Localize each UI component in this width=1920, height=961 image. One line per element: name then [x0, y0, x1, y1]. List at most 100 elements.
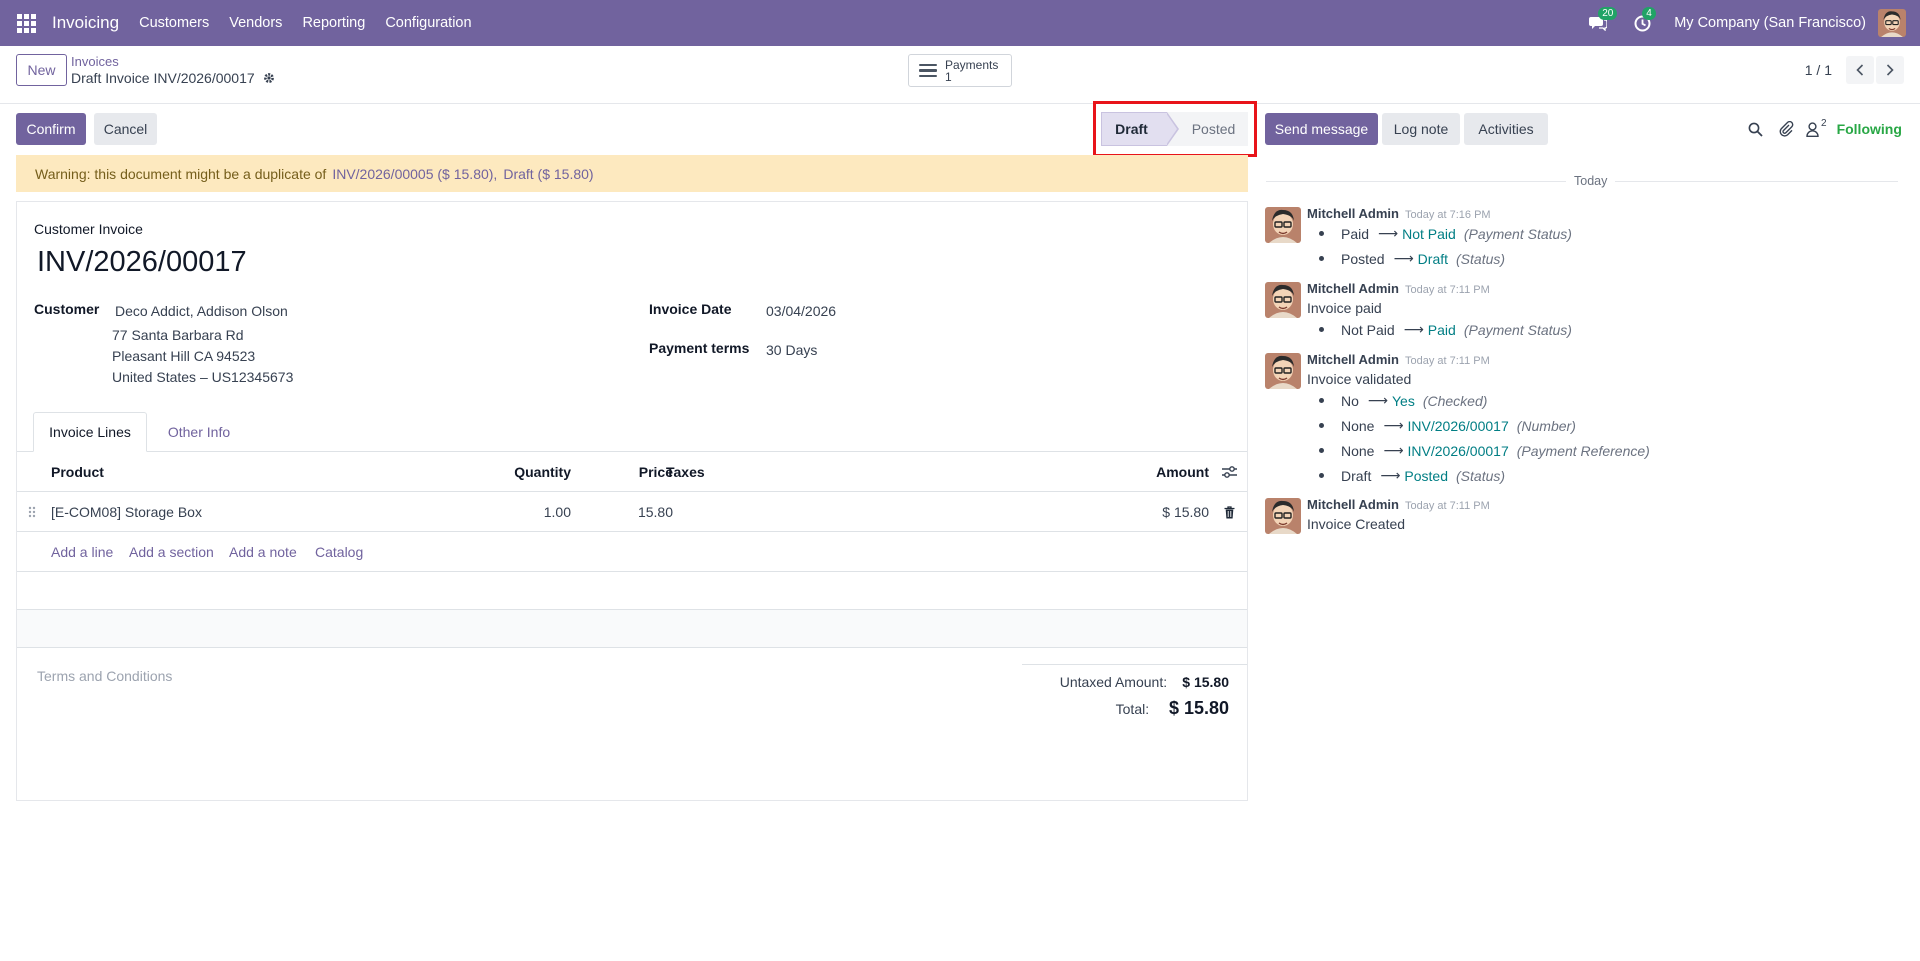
company-switcher[interactable]: My Company (San Francisco): [1674, 15, 1866, 31]
menu-reporting[interactable]: Reporting: [302, 15, 365, 31]
control-panel: New Invoices Draft Invoice INV/2026/0001…: [0, 46, 1920, 104]
total-value: $ 15.80: [1168, 698, 1229, 718]
followers-count: 2: [1821, 117, 1827, 129]
duplicate-link-2[interactable]: Draft ($ 15.80): [503, 166, 593, 182]
activities-button[interactable]: Activities: [1464, 113, 1548, 145]
add-links-row: Add a line Add a section Add a note Cata…: [17, 532, 1247, 572]
warning-text: Warning: this document might be a duplic…: [35, 165, 327, 182]
apps-menu-button[interactable]: [0, 0, 52, 46]
gear-icon[interactable]: [263, 72, 275, 84]
customer-address-line1: 77 Santa Barbara Rd: [112, 327, 244, 343]
menu-vendors[interactable]: Vendors: [229, 15, 282, 31]
log-note-button[interactable]: Log note: [1382, 113, 1460, 145]
add-note-link[interactable]: Add a note: [229, 532, 297, 572]
col-amount[interactable]: Amount: [1156, 452, 1209, 492]
payments-label: Payments: [945, 57, 999, 72]
tracking-value: None ⟶ INV/2026/00017 (Payment Reference): [1319, 442, 1650, 459]
optional-columns-toggle[interactable]: [1222, 452, 1237, 492]
confirm-button[interactable]: Confirm: [16, 113, 86, 145]
line-product[interactable]: [E-COM08] Storage Box: [51, 492, 202, 532]
add-line-link[interactable]: Add a line: [51, 532, 113, 572]
message-author[interactable]: Mitchell Admin: [1307, 281, 1399, 296]
tracking-value: Posted ⟶ Draft (Status): [1319, 250, 1505, 267]
payment-terms-field[interactable]: 30 Days: [766, 342, 817, 358]
table-row[interactable]: [E-COM08] Storage Box 1.00 15.80 $ 15.80: [17, 492, 1247, 532]
payments-smart-button[interactable]: Payments 1: [908, 54, 1012, 87]
customer-field[interactable]: Deco Addict, Addison Olson: [115, 303, 288, 319]
customer-address-line2: Pleasant Hill CA 94523: [112, 348, 256, 364]
tab-invoice-lines[interactable]: Invoice Lines: [33, 412, 147, 452]
payments-count: 1: [945, 69, 952, 84]
send-message-button[interactable]: Send message: [1265, 113, 1378, 145]
user-avatar[interactable]: [1878, 9, 1906, 37]
message-time: Today at 7:16 PM: [1404, 209, 1491, 221]
message-body: Invoice Created: [1307, 516, 1406, 532]
message-time: Today at 7:11 PM: [1404, 500, 1490, 512]
tracking-value: Not Paid ⟶ Paid (Payment Status): [1319, 321, 1572, 338]
message-author[interactable]: Mitchell Admin: [1307, 497, 1399, 512]
pager-previous-button[interactable]: [1846, 56, 1874, 84]
catalog-link[interactable]: Catalog: [315, 532, 363, 572]
following-button[interactable]: Following: [1837, 121, 1902, 137]
chevron-right-icon: [1886, 64, 1894, 76]
invoice-date-field[interactable]: 03/04/2026: [766, 303, 836, 319]
sliders-icon: [1222, 466, 1237, 478]
col-product[interactable]: Product: [51, 452, 104, 492]
tracking-value: None ⟶ INV/2026/00017 (Number): [1319, 417, 1576, 434]
document-type: Customer Invoice: [34, 221, 143, 237]
total-label: Total:: [1115, 701, 1150, 717]
message-time: Today at 7:11 PM: [1404, 355, 1490, 367]
menu-configuration[interactable]: Configuration: [385, 15, 471, 31]
date-separator: Today: [1566, 174, 1616, 188]
app-name[interactable]: Invoicing: [52, 13, 119, 33]
breadcrumb-invoices[interactable]: Invoices: [71, 54, 275, 70]
trash-icon[interactable]: [1224, 492, 1235, 532]
pager-next-button[interactable]: [1876, 56, 1904, 84]
breadcrumb: Invoices Draft Invoice INV/2026/00017: [71, 54, 275, 86]
message-body: Invoice paid: [1307, 300, 1382, 316]
messages-button[interactable]: 20: [1586, 7, 1618, 35]
col-taxes[interactable]: Taxes: [666, 452, 705, 492]
line-quantity[interactable]: 1.00: [544, 492, 571, 532]
invoice-date-label: Invoice Date: [649, 301, 732, 317]
totals-block: Untaxed Amount: $ 15.80 Total: $ 15.80: [1022, 664, 1247, 718]
list-icon: [919, 63, 937, 78]
line-amount: $ 15.80: [1162, 504, 1209, 520]
invoice-number: INV/2026/00017: [37, 246, 247, 278]
pager: 1 / 1: [1805, 56, 1920, 84]
tracking-value: No ⟶ Yes (Checked): [1319, 392, 1487, 409]
author-avatar[interactable]: [1265, 353, 1301, 389]
pager-value[interactable]: 1 / 1: [1805, 62, 1832, 78]
drag-handle-icon[interactable]: [28, 492, 36, 532]
duplicate-link-1[interactable]: INV/2026/00005 ($ 15.80),: [332, 166, 497, 182]
message-author[interactable]: Mitchell Admin: [1307, 352, 1399, 367]
form-tabs: Invoice Lines Other Info: [17, 412, 1247, 452]
message-time: Today at 7:11 PM: [1404, 284, 1490, 296]
empty-row: [17, 610, 1247, 648]
activities-button[interactable]: 4: [1630, 7, 1656, 35]
tab-other-info[interactable]: Other Info: [147, 412, 251, 452]
search-icon[interactable]: [1748, 122, 1763, 137]
add-section-link[interactable]: Add a section: [129, 532, 214, 572]
followers-button[interactable]: 2: [1806, 118, 1827, 137]
col-quantity[interactable]: Quantity: [514, 452, 571, 492]
author-avatar[interactable]: [1265, 207, 1301, 243]
paperclip-icon[interactable]: [1779, 121, 1794, 137]
author-avatar[interactable]: [1265, 282, 1301, 318]
breadcrumb-current: Draft Invoice INV/2026/00017: [71, 70, 255, 86]
chevron-left-icon: [1856, 64, 1864, 76]
duplicate-warning: Warning: this document might be a duplic…: [16, 155, 1248, 192]
menu-customers[interactable]: Customers: [139, 15, 209, 31]
cancel-button[interactable]: Cancel: [94, 113, 157, 145]
terms-and-conditions-field[interactable]: Terms and Conditions: [37, 668, 172, 684]
message-author[interactable]: Mitchell Admin: [1307, 206, 1399, 221]
line-price[interactable]: 15.80: [638, 492, 673, 532]
new-button[interactable]: New: [16, 54, 67, 86]
highlight-annotation: [1093, 101, 1257, 157]
chatter-tools: 2 Following: [1748, 117, 1902, 141]
author-avatar[interactable]: [1265, 498, 1301, 534]
payment-terms-label: Payment terms: [649, 340, 750, 356]
message-body: Invoice validated: [1307, 371, 1412, 387]
lines-header: Product Quantity Price Taxes Amount: [17, 452, 1247, 492]
empty-row: [17, 572, 1247, 610]
